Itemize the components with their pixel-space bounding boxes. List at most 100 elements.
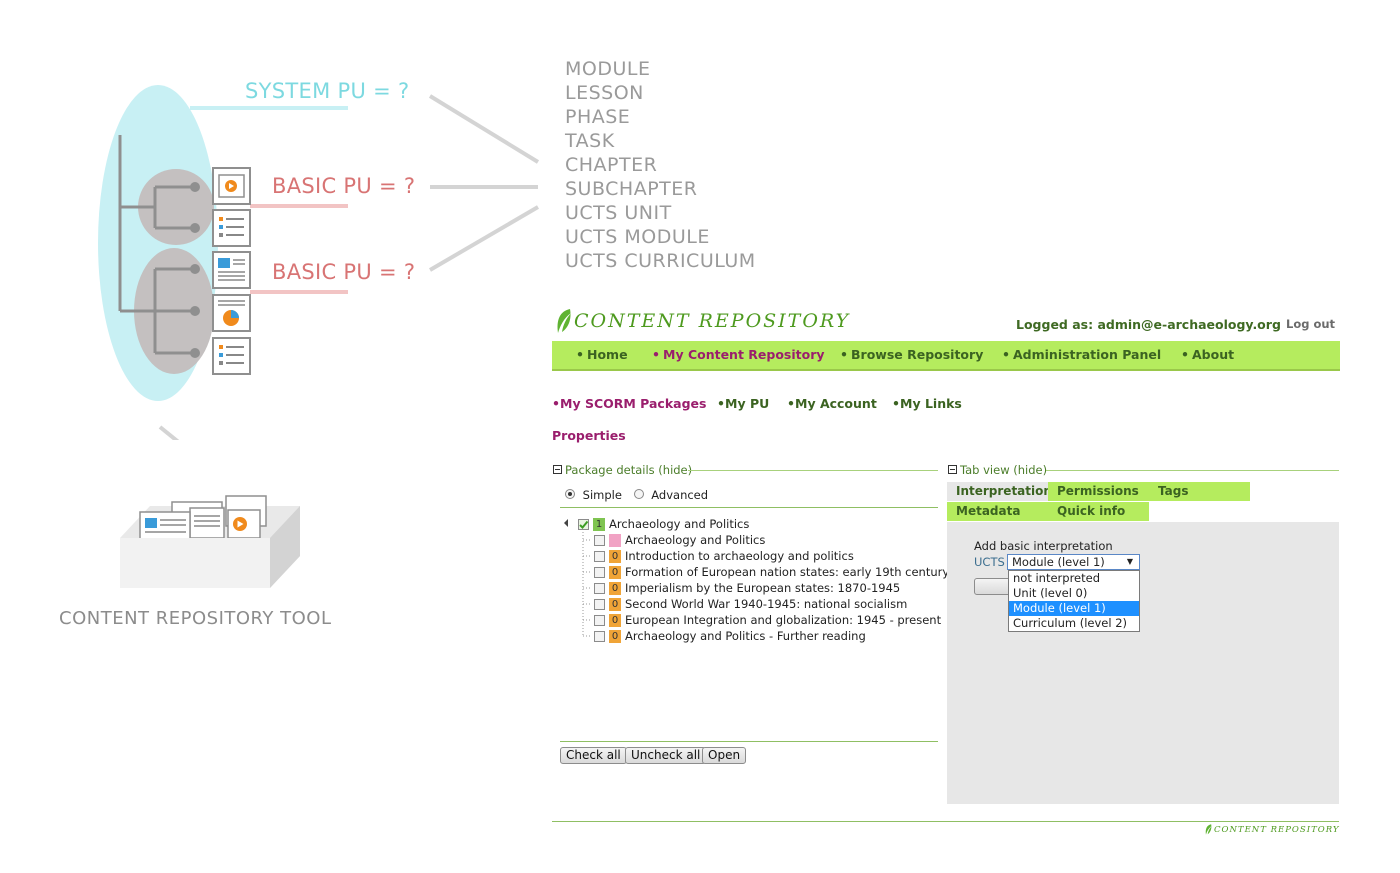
ucts-option[interactable]: Unit (level 0) — [1009, 586, 1139, 601]
leaf-logo-icon — [557, 309, 571, 333]
pu-type-item: TASK — [565, 130, 615, 152]
connector-line-tool — [158, 425, 180, 440]
subnav-pu-label: My PU — [725, 396, 770, 411]
ucts-option[interactable]: Curriculum (level 2) — [1009, 616, 1139, 631]
ucts-dropdown-list: not interpreted Unit (level 0) Module (lev… — [1008, 570, 1140, 632]
tree-item[interactable]: 0 Formation of European nation states: ea… — [594, 564, 949, 580]
tree-item-badge: 0 — [609, 597, 621, 611]
advanced-radio[interactable] — [633, 489, 644, 499]
nav-about[interactable]: • About — [1181, 341, 1234, 369]
tree-root[interactable]: 1 Archaeology and Politics — [578, 516, 749, 532]
app-window: CONTENT REPOSITORY Logged as: admin@e-ar… — [552, 300, 1342, 845]
ucts-select-value: Module (level 1) — [1012, 555, 1105, 569]
tree-item[interactable]: Archaeology and Politics — [594, 532, 765, 548]
package-details-legend[interactable]: Package details (hide) — [553, 463, 692, 477]
tool-caption: CONTENT REPOSITORY TOOL — [59, 608, 332, 629]
tree-item[interactable]: 0 European Integration and globalization:… — [594, 612, 941, 628]
ucts-option[interactable]: Module (level 1) — [1009, 601, 1139, 616]
subnav-my-pu[interactable]: •My PU — [717, 396, 769, 411]
nav-home-label: Home — [587, 347, 628, 362]
tree-item[interactable]: 0 Imperialism by the European states: 187… — [594, 580, 900, 596]
tree-lines — [564, 519, 590, 637]
tree-item-label: Formation of European nation states: ear… — [625, 565, 950, 579]
ucts-select[interactable]: Module (level 1) ▼ — [1007, 554, 1140, 570]
logout-link[interactable]: Log out — [1286, 317, 1335, 331]
tab-view-legend-label: Tab view (hide) — [960, 463, 1048, 477]
nav-my-content-label: My Content Repository — [663, 347, 825, 362]
tree-item[interactable]: 0 Introduction to archaeology and politic… — [594, 548, 854, 564]
properties-title: Properties — [552, 428, 626, 443]
pu-type-item: CHAPTER — [565, 154, 658, 176]
tree-item-badge: 0 — [609, 549, 621, 563]
list-doc-icon-2 — [212, 337, 251, 375]
footer-logo: CONTENT REPOSITORY — [1214, 825, 1340, 835]
nav-my-content-repository[interactable]: • My Content Repository — [652, 341, 825, 369]
subnav-my-account[interactable]: •My Account — [787, 396, 877, 411]
tree-item-checkbox[interactable] — [594, 582, 605, 594]
tree-item[interactable]: 0 Second World War 1940-1945: national so… — [594, 596, 907, 612]
footer-leaf-icon — [1205, 824, 1212, 835]
tree-root-badge: 1 — [593, 517, 605, 531]
check-all-button[interactable]: Check all — [560, 747, 627, 764]
pu-type-item: UCTS UNIT — [565, 202, 672, 224]
tree-item-checkbox[interactable] — [594, 614, 605, 626]
collapse-icon[interactable] — [553, 465, 562, 474]
pu-type-item: UCTS MODULE — [565, 226, 710, 248]
package-details-rule — [688, 470, 938, 471]
tree-item-label: European Integration and globalization: … — [625, 613, 942, 627]
nav-browse-repository[interactable]: • Browse Repository — [840, 341, 983, 369]
tree-item-checkbox[interactable] — [594, 534, 605, 546]
nav-home[interactable]: • Home — [576, 341, 628, 369]
tree-root-checkbox[interactable] — [578, 518, 589, 530]
tree-item-label: Archaeology and Politics - Further readi… — [625, 629, 866, 643]
nav-administration-panel[interactable]: • Administration Panel — [1002, 341, 1161, 369]
tab-view-legend[interactable]: Tab view (hide) — [948, 463, 1047, 477]
ucts-option[interactable]: not interpreted — [1009, 571, 1139, 586]
system-pu-label: SYSTEM PU = ? — [245, 79, 410, 103]
advanced-radio-label: Advanced — [651, 488, 709, 502]
subnav-account-label: My Account — [795, 396, 877, 411]
video-doc-icon — [212, 167, 251, 205]
simple-radio[interactable] — [565, 489, 575, 499]
tree-item-badge: 0 — [609, 581, 621, 595]
nav-admin-label: Administration Panel — [1013, 347, 1162, 362]
nav-about-label: About — [1192, 347, 1235, 362]
app-logo[interactable]: CONTENT REPOSITORY — [574, 310, 850, 332]
text-doc-icon — [212, 251, 251, 289]
tab-metadata[interactable]: Metadata — [947, 502, 1048, 521]
tree-item-checkbox[interactable] — [594, 550, 605, 562]
collapse-icon[interactable] — [948, 465, 957, 474]
pu-type-item: PHASE — [565, 106, 631, 128]
pu-diagram — [98, 85, 540, 440]
uncheck-all-button[interactable]: Uncheck all — [625, 747, 707, 764]
tree-item-checkbox[interactable] — [594, 630, 605, 642]
tab-view-rule — [1046, 470, 1339, 471]
tree-item-label: Imperialism by the European states: 1870… — [625, 581, 901, 595]
list-doc-icon — [212, 209, 251, 247]
subnav-links-label: My Links — [900, 396, 962, 411]
pu-type-item: LESSON — [565, 82, 644, 104]
open-button[interactable]: Open — [702, 747, 747, 764]
pu-type-item: UCTS CURRICULUM — [565, 250, 756, 272]
subnav-my-scorm-packages[interactable]: •My SCORM Packages — [552, 396, 706, 411]
subnav-my-links[interactable]: •My Links — [892, 396, 962, 411]
interpretation-heading: Add basic interpretation — [974, 539, 1113, 553]
basic-pu-underline-2 — [250, 290, 348, 294]
basic-pu-label-2: BASIC PU = ? — [272, 260, 416, 284]
repository-box-icon — [120, 495, 300, 588]
tree-item-checkbox[interactable] — [594, 598, 605, 610]
ucts-label: UCTS — [974, 555, 1005, 569]
tree-item-label: Second World War 1940-1945: national soc… — [625, 597, 908, 611]
basic-pu-underline-1 — [250, 204, 348, 208]
subnav-scorm-label: My SCORM Packages — [560, 396, 707, 411]
tree-item-checkbox[interactable] — [594, 566, 605, 578]
pu-type-item: MODULE — [565, 58, 651, 80]
tab-permissions[interactable]: Permissions — [1048, 482, 1149, 501]
tab-interpretation[interactable]: Interpretation — [947, 482, 1052, 501]
connector-line-top — [428, 94, 540, 164]
tree-item[interactable]: 0 Archaeology and Politics - Further read… — [594, 628, 866, 644]
nav-browse-label: Browse Repository — [851, 347, 984, 362]
tab-tags[interactable]: Tags — [1149, 482, 1250, 501]
tab-quick-info[interactable]: Quick info — [1048, 502, 1149, 521]
logged-as-text: Logged as: admin@e-archaeology.org — [1016, 317, 1281, 332]
